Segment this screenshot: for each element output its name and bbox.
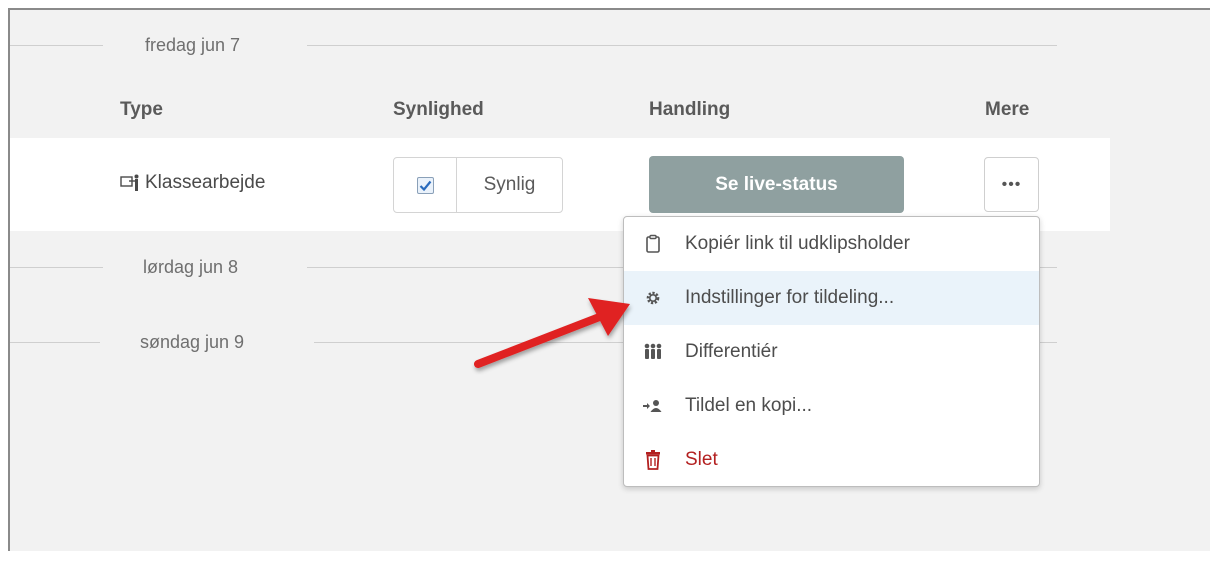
menu-item-label: Kopiér link til udklipsholder xyxy=(685,233,910,254)
date-label: lørdag jun 8 xyxy=(143,257,239,277)
divider xyxy=(307,45,1057,46)
menu-item-label: Tildel en kopi... xyxy=(685,395,813,416)
date-label: søndag jun 9 xyxy=(140,332,245,352)
annotation-arrow-icon xyxy=(474,298,630,368)
header-more: Mere xyxy=(985,99,1030,120)
gear-icon xyxy=(642,287,664,309)
divider xyxy=(10,267,103,268)
visibility-label[interactable]: Synlig xyxy=(457,158,562,212)
menu-item-delete[interactable]: Slet xyxy=(624,433,1039,487)
live-status-button[interactable]: Se live-status xyxy=(649,156,904,213)
trash-icon xyxy=(642,449,664,471)
menu-item-differentiate[interactable]: Differentiér xyxy=(624,325,1039,379)
menu-item-label: Slet xyxy=(685,449,718,470)
date-separator-friday: fredag jun 7 xyxy=(10,35,1060,55)
header-action: Handling xyxy=(649,99,731,120)
group-icon xyxy=(642,341,664,363)
menu-item-label: Differentiér xyxy=(685,341,778,362)
menu-item-assign-copy[interactable]: Tildel en kopi... xyxy=(624,379,1039,433)
menu-item-label: Indstillinger for tildeling... xyxy=(685,287,895,308)
type-label: Klassearbejde xyxy=(145,172,266,193)
visibility-toggle[interactable]: Synlig xyxy=(393,157,563,213)
more-menu: Kopiér link til udklipsholder Indstillin… xyxy=(623,216,1040,487)
header-visibility: Synlighed xyxy=(393,99,484,120)
classwork-icon xyxy=(120,174,142,192)
menu-item-copy-link[interactable]: Kopiér link til udklipsholder xyxy=(624,217,1039,271)
header-type: Type xyxy=(120,99,163,120)
clipboard-icon xyxy=(642,233,664,255)
assign-user-icon xyxy=(642,395,664,417)
check-icon xyxy=(419,180,431,191)
date-label: fredag jun 7 xyxy=(145,35,241,55)
visibility-checkbox-wrap[interactable] xyxy=(394,158,457,212)
more-button[interactable]: ••• xyxy=(984,157,1039,212)
divider xyxy=(10,342,100,343)
bottom-margin xyxy=(0,551,1211,563)
visibility-checkbox[interactable] xyxy=(416,176,434,194)
menu-item-assignment-settings[interactable]: Indstillinger for tildeling... xyxy=(624,271,1039,325)
type-cell: Klassearbejde xyxy=(120,172,265,194)
divider xyxy=(10,45,103,46)
